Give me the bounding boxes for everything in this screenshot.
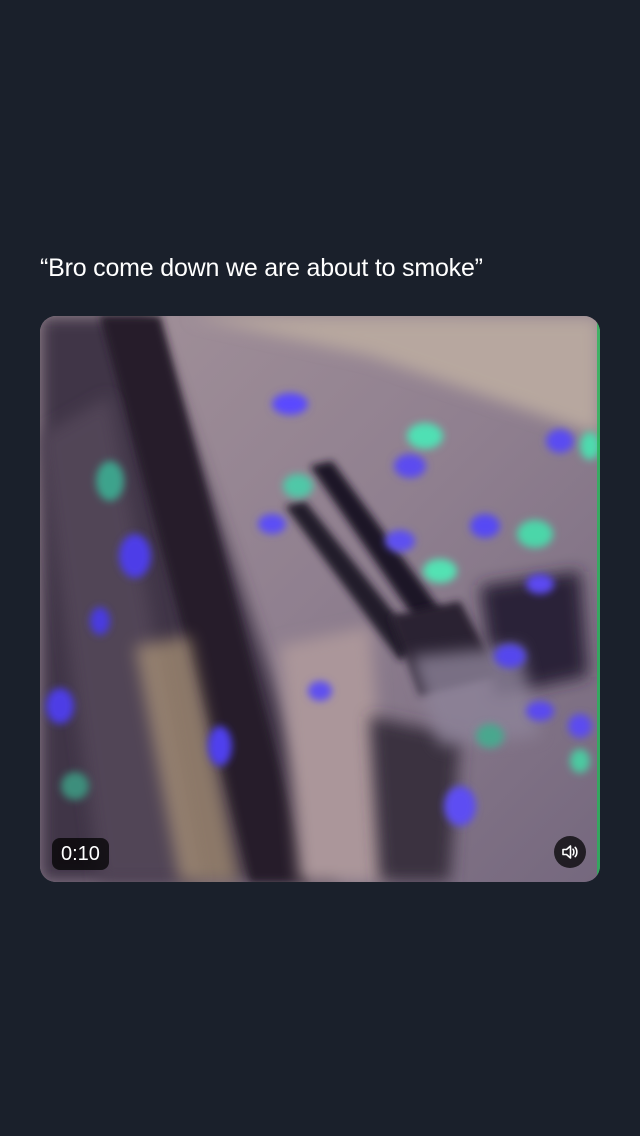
video-player[interactable]: 0:10: [40, 316, 600, 882]
video-duration-badge: 0:10: [52, 838, 109, 870]
speaker-icon: [562, 845, 578, 859]
post-text: “Bro come down we are about to smoke”: [40, 254, 483, 282]
screen: “Bro come down we are about to smoke” 0:…: [0, 0, 640, 1136]
mute-toggle-button[interactable]: [554, 836, 586, 868]
video-frame: [40, 316, 600, 882]
